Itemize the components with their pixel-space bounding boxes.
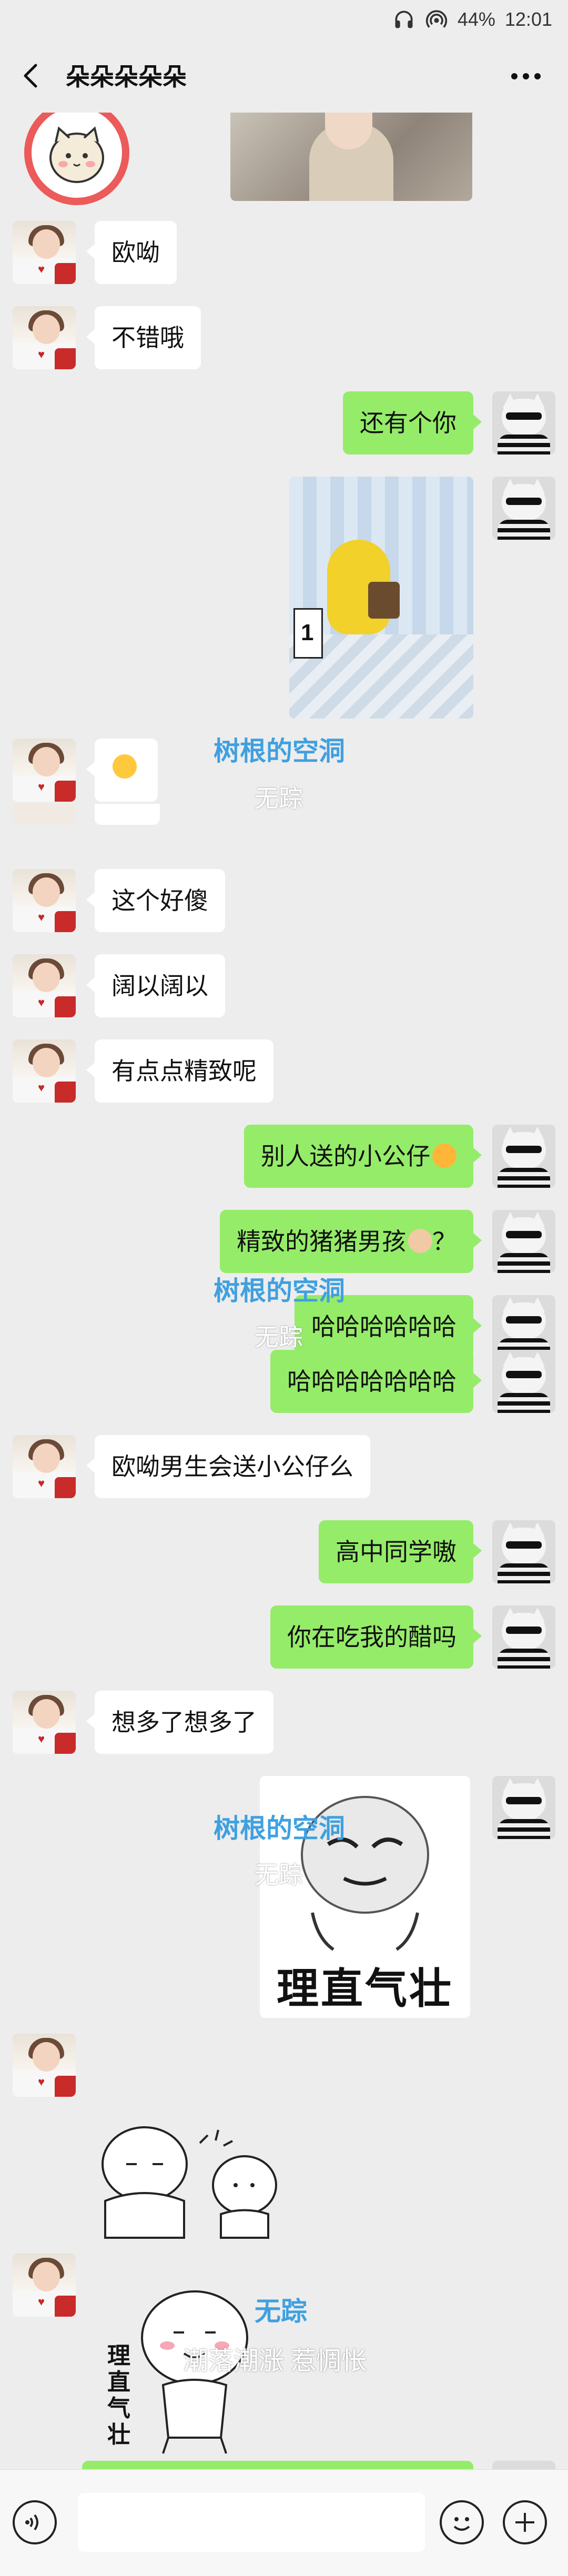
message-input[interactable] [78,2493,425,2552]
status-bar: 44% 12:01 [0,0,568,39]
image-message-toy[interactable]: 1 [289,477,473,719]
chevron-left-icon[interactable] [16,60,47,92]
duplicate-bubble-fragment [95,804,160,825]
message-bubble-incoming[interactable]: 不错哦 [86,306,201,369]
watermark-subname: 无踪 [255,1324,303,1351]
message-bubble-outgoing[interactable]: 还有个你 [343,391,482,454]
face-emoji [408,1229,432,1253]
my-avatar[interactable] [492,1350,555,1413]
contact-avatar[interactable]: ♥ [13,1435,76,1498]
contact-avatar[interactable]: ♥ [13,2034,76,2097]
watermark-subname-blue: 无踪 [255,2297,307,2326]
image-message-partial[interactable] [230,113,472,201]
contact-avatar[interactable]: ♥ [13,221,76,284]
my-avatar[interactable] [492,477,555,540]
duplicate-bubble-fragment [13,804,76,825]
my-avatar[interactable] [492,1776,555,1839]
more-dots-icon[interactable] [505,63,547,89]
my-avatar-partial[interactable] [492,2461,555,2469]
message-bubble-incoming-emoji[interactable] [86,739,158,802]
my-avatar[interactable] [492,1125,555,1188]
contact-avatar[interactable]: ♥ [13,1691,76,1754]
sleepy-emoji [432,1144,457,1168]
laughing-tears-emoji [113,754,137,779]
my-avatar[interactable] [492,1295,555,1358]
my-avatar[interactable] [492,1210,555,1273]
battery-level: 44% [457,8,495,30]
message-text: 别人送的小公仔 [261,1143,430,1170]
watermark-subname: 无踪 [255,785,303,812]
message-bubble-outgoing[interactable]: 高中同学嗷 [319,1520,482,1583]
contact-avatar[interactable]: ♥ [13,954,76,1017]
contact-avatar[interactable]: ♥ [13,306,76,369]
message-text: 精致的猪猪男孩 [237,1228,406,1255]
clock: 12:01 [504,8,552,30]
two-doodles-sticker-art [102,2126,277,2239]
watermark-caption: 潮落潮涨 惹惆怅 [183,2347,367,2375]
watermark-subname: 无踪 [255,1861,303,1888]
sticker-caption-vertical: 理直气壮 [107,2343,130,2448]
message-bubble-incoming[interactable]: 这个好傻 [86,869,225,932]
contact-avatar[interactable]: ♥ [13,739,76,802]
message-bubble-outgoing-partial[interactable] [82,2461,473,2469]
contact-avatar[interactable]: ♥ [13,2254,76,2317]
my-avatar[interactable] [492,391,555,454]
message-bubble-outgoing[interactable]: 你在吃我的醋吗 [270,1605,482,1669]
my-avatar[interactable] [492,1520,555,1583]
my-avatar[interactable] [492,1605,555,1669]
message-bubble-incoming[interactable]: 有点点精致呢 [86,1039,273,1103]
watermark-name: 树根的空洞 [214,736,345,766]
input-bar [0,2469,568,2576]
message-list[interactable]: ♥ 欧呦 ♥ 不错哦 还有个你 1 ♥ ♥ 这个好傻 ♥ 阔以阔以 ♥ 有点点精… [0,113,568,2469]
contact-avatar[interactable]: ♥ [13,1039,76,1103]
message-bubble-incoming[interactable]: 阔以阔以 [86,954,225,1017]
message-suffix: ？ [432,1228,457,1255]
hotspot-icon [425,8,448,31]
floating-sticker-avatar [24,113,129,205]
voice-input-icon[interactable] [13,2500,57,2544]
message-bubble-outgoing[interactable]: 哈哈哈哈哈哈哈 [270,1350,482,1413]
headset-icon [392,8,415,31]
message-bubble-incoming[interactable]: 欧呦 [86,221,177,284]
sticker-caption: 理直气壮 [277,1965,453,2012]
sticker-message-doodles[interactable] [95,2106,295,2248]
plus-icon[interactable] [503,2500,547,2544]
chat-title: 朵朵朵朵朵 [66,63,187,90]
message-bubble-incoming[interactable]: 欧呦男生会送小公仔么 [86,1435,370,1498]
message-bubble-outgoing[interactable]: 精致的猪猪男孩 ？ [220,1210,482,1273]
chat-header: 朵朵朵朵朵 [0,39,568,113]
watermark-name: 树根的空洞 [214,1276,345,1306]
emoji-picker-icon[interactable] [440,2500,484,2544]
contact-avatar[interactable]: ♥ [13,869,76,932]
message-bubble-outgoing[interactable]: 别人送的小公仔 [244,1125,482,1188]
watermark-name: 树根的空洞 [214,1814,345,1843]
message-bubble-incoming[interactable]: 想多了想多了 [86,1691,273,1754]
